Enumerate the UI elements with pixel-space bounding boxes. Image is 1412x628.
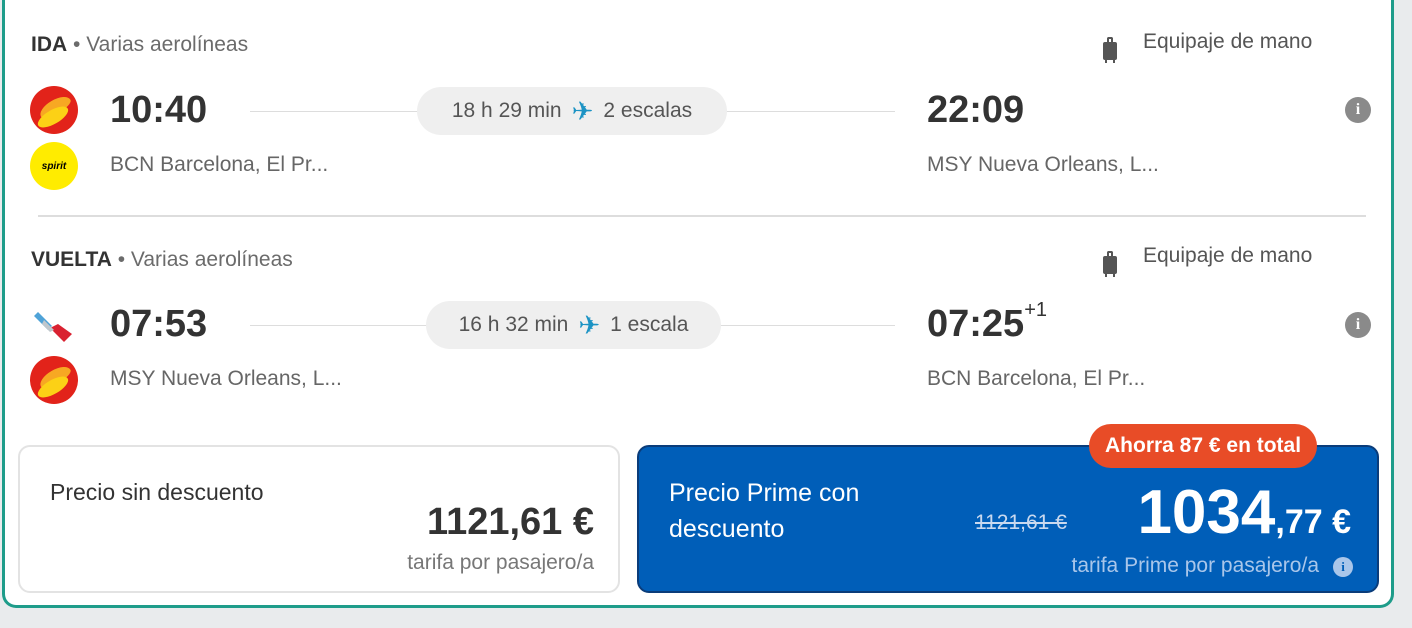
return-duration: 16 h 32 min <box>458 313 569 336</box>
regular-price-box[interactable]: Precio sin descuento 1121,61 € tarifa po… <box>18 445 620 593</box>
outbound-stops[interactable]: 2 escalas <box>603 99 692 123</box>
return-arrival-time: 07:25+1 <box>927 299 1048 345</box>
return-direction: VUELTA <box>31 248 112 271</box>
regular-price-note: tarifa por pasajero/a <box>407 551 594 574</box>
savings-badge: Ahorra 87 € en total <box>1089 424 1318 468</box>
prime-price-note: tarifa Prime por pasajero/a <box>1071 554 1319 577</box>
return-stops[interactable]: 1 escala <box>610 313 688 337</box>
outbound-destination: MSY Nueva Orleans, L... <box>927 153 1159 176</box>
american-airlines-logo-icon <box>34 312 72 342</box>
outbound-baggage: Equipaje de mano <box>1143 30 1313 53</box>
return-duration-pill: 16 h 32 min ✈ 1 escala <box>426 301 721 349</box>
return-header: VUELTA • Varias aerolíneas <box>31 248 293 271</box>
outbound-duration-pill: 18 h 29 min ✈ 2 escalas <box>417 87 727 135</box>
leg-divider <box>38 215 1366 217</box>
carry-on-bag-icon <box>1103 37 1117 63</box>
outbound-origin: BCN Barcelona, El Pr... <box>110 153 329 176</box>
carry-on-bag-icon <box>1103 251 1117 277</box>
outbound-airlines: Varias aerolíneas <box>86 33 249 56</box>
spirit-logo-icon: spirit <box>30 142 78 190</box>
outbound-departure-time: 10:40 <box>110 89 208 131</box>
outbound-duration: 18 h 29 min <box>451 99 562 122</box>
prime-price-amount: 1034,77 € <box>1137 478 1351 547</box>
regular-price-amount: 1121,61 € <box>427 501 594 543</box>
return-destination: BCN Barcelona, El Pr... <box>927 367 1146 390</box>
iberia-logo-icon <box>30 356 78 404</box>
outbound-direction: IDA <box>31 33 68 56</box>
day-offset: +1 <box>1024 299 1048 321</box>
iberia-logo-icon <box>30 86 78 134</box>
regular-price-label: Precio sin descuento <box>50 479 264 505</box>
outbound-header: IDA • Varias aerolíneas <box>31 33 249 56</box>
outbound-info-icon[interactable]: i <box>1345 97 1371 123</box>
prime-info-icon[interactable]: i <box>1333 557 1353 577</box>
return-origin: MSY Nueva Orleans, L... <box>110 367 342 390</box>
prime-price-label: Precio Prime con descuento <box>669 479 860 543</box>
prime-old-price: 1121,61 € <box>975 511 1067 534</box>
outbound-arrival-time: 22:09 <box>927 89 1025 131</box>
return-info-icon[interactable]: i <box>1345 312 1371 338</box>
return-departure-time: 07:53 <box>110 303 208 345</box>
plane-icon: ✈ <box>578 310 601 340</box>
plane-icon: ✈ <box>571 96 594 126</box>
return-baggage: Equipaje de mano <box>1143 244 1313 267</box>
return-airlines: Varias aerolíneas <box>130 248 293 271</box>
